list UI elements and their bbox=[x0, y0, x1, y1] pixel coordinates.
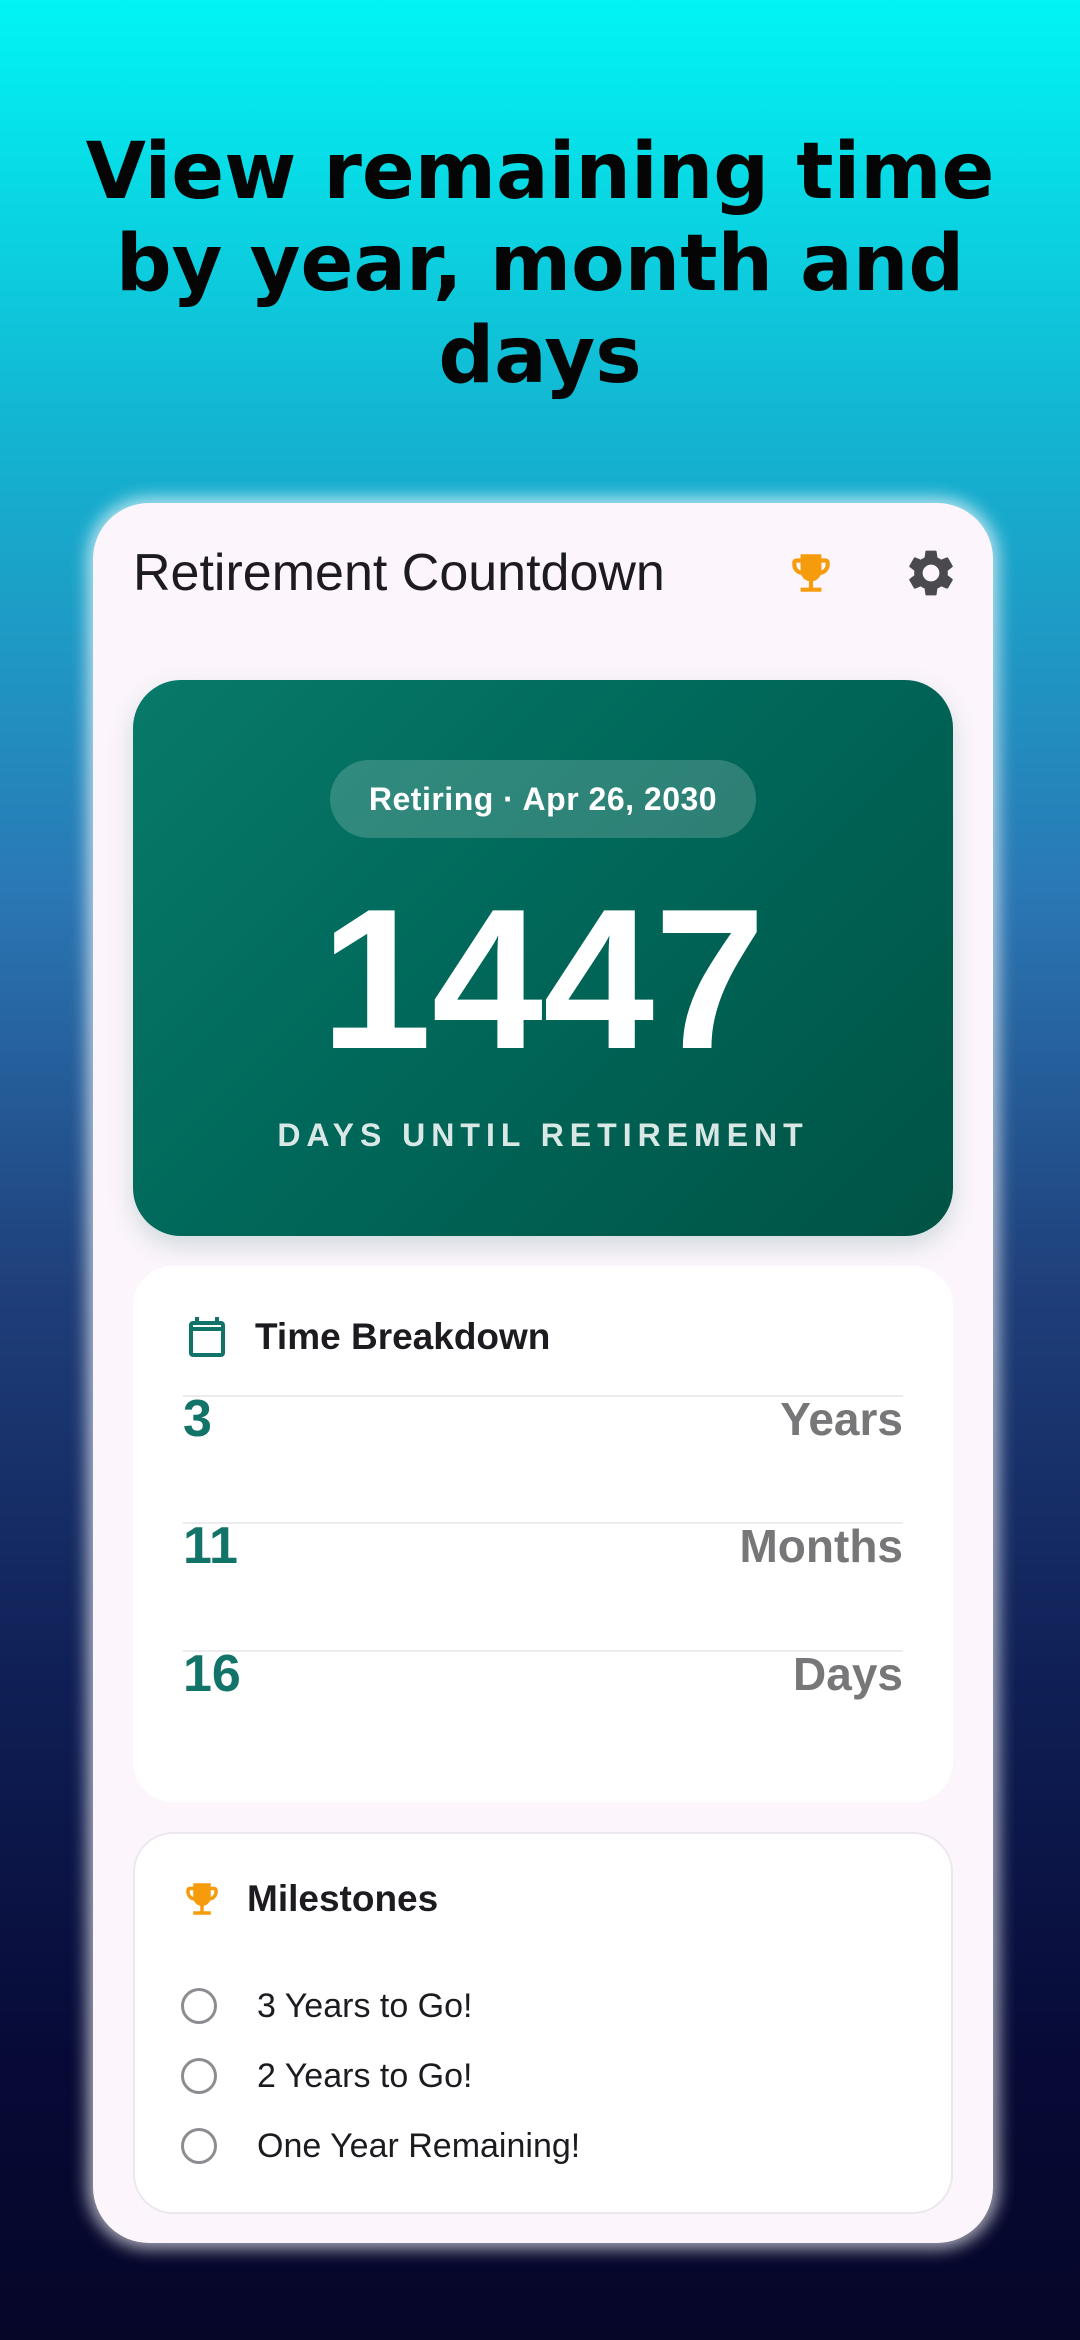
breakdown-row-months: 11 Months bbox=[183, 1506, 903, 1586]
milestone-label: One Year Remaining! bbox=[257, 2126, 581, 2165]
days-remaining-caption: DAYS UNTIL RETIREMENT bbox=[277, 1117, 809, 1153]
milestones-header: Milestones bbox=[181, 1878, 438, 1920]
days-label: Days bbox=[793, 1648, 903, 1700]
breakdown-row-years: 3 Years bbox=[183, 1379, 903, 1459]
achievements-button[interactable] bbox=[779, 541, 843, 605]
retiring-date-badge: Retiring · Apr 26, 2030 bbox=[330, 760, 756, 838]
milestones-title: Milestones bbox=[247, 1878, 439, 1919]
milestone-checkbox[interactable] bbox=[181, 2128, 217, 2164]
milestone-label: 2 Years to Go! bbox=[257, 2056, 473, 2095]
years-label: Years bbox=[780, 1393, 903, 1445]
milestones-card: Milestones 3 Years to Go! 2 Years to Go!… bbox=[133, 1832, 953, 2214]
milestone-item[interactable]: 2 Years to Go! bbox=[181, 2046, 473, 2106]
breakdown-row-days: 16 Days bbox=[183, 1634, 903, 1714]
calendar-icon bbox=[189, 1317, 225, 1357]
time-breakdown-card: Time Breakdown 3 Years 11 Months 16 Days bbox=[133, 1266, 953, 1802]
time-breakdown-header: Time Breakdown bbox=[183, 1312, 550, 1362]
months-label: Months bbox=[739, 1520, 903, 1572]
days-value: 16 bbox=[183, 1645, 241, 1703]
milestone-label: 3 Years to Go! bbox=[257, 1986, 473, 2025]
gear-icon bbox=[909, 550, 953, 596]
app-title: Retirement Countdown bbox=[133, 544, 665, 602]
milestone-item[interactable]: 3 Years to Go! bbox=[181, 1976, 473, 2036]
trophy-icon bbox=[186, 1883, 218, 1915]
years-value: 3 bbox=[183, 1390, 212, 1448]
milestone-checkbox[interactable] bbox=[181, 1988, 217, 2024]
milestone-checkbox[interactable] bbox=[181, 2058, 217, 2094]
time-breakdown-title: Time Breakdown bbox=[255, 1316, 551, 1357]
days-remaining-count: 1447 bbox=[320, 868, 766, 1091]
months-value: 11 bbox=[183, 1517, 238, 1575]
promo-headline: View remaining time by year, month and d… bbox=[85, 127, 995, 401]
settings-button[interactable] bbox=[899, 541, 963, 605]
app-screen: Retirement Countdown Retiring · Apr 26, … bbox=[93, 503, 993, 2243]
countdown-hero-card: Retiring · Apr 26, 2030 1447 DAYS UNTIL … bbox=[133, 680, 953, 1236]
trophy-icon bbox=[792, 554, 830, 592]
milestone-item[interactable]: One Year Remaining! bbox=[181, 2116, 580, 2176]
